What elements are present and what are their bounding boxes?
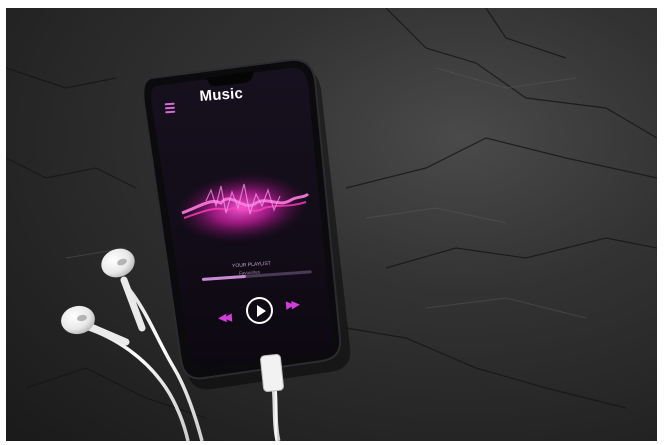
- play-icon: [257, 305, 266, 317]
- music-player-photo: Music YOUR PLAYLIST Favourites ◀◀ ▶▶: [6, 8, 657, 441]
- hamburger-menu-icon[interactable]: [164, 102, 176, 114]
- fast-forward-icon[interactable]: ▶▶: [286, 298, 298, 312]
- play-button[interactable]: [246, 297, 273, 324]
- rewind-icon[interactable]: ◀◀: [218, 311, 230, 325]
- app-title: Music: [199, 84, 244, 105]
- charging-cable: [260, 353, 284, 441]
- slate-background-and-devices: [6, 8, 657, 441]
